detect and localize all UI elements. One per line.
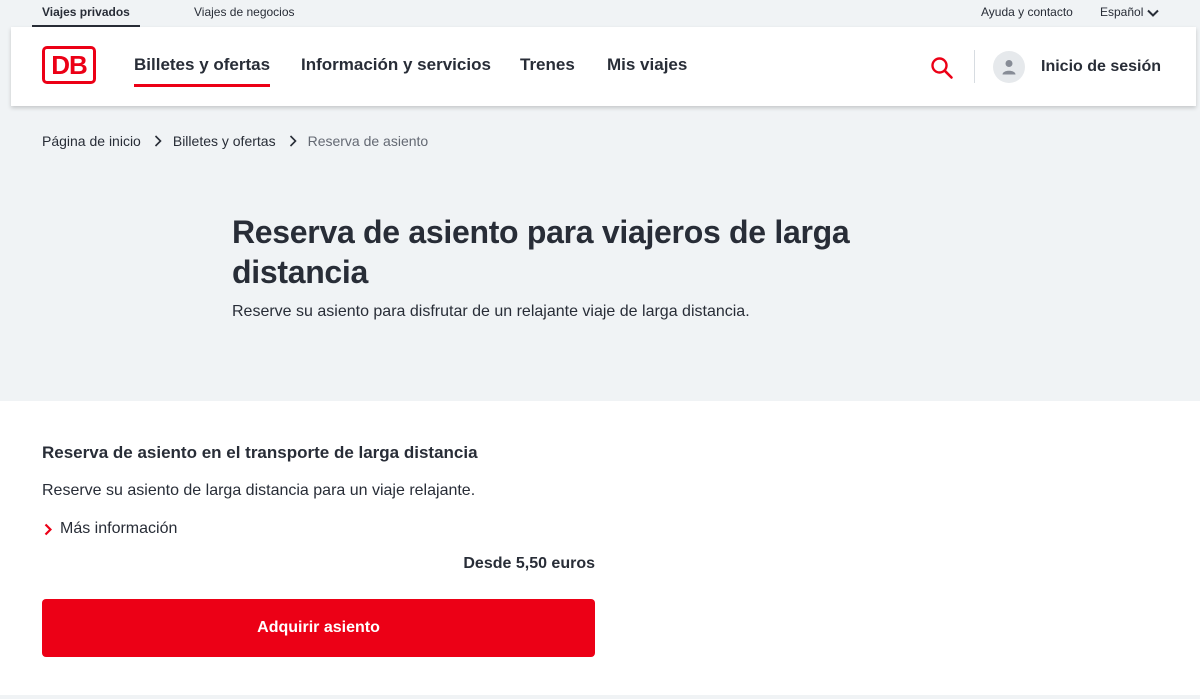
chevron-right-icon [289, 135, 297, 147]
breadcrumb-tickets[interactable]: Billetes y ofertas [173, 133, 276, 149]
breadcrumb-home[interactable]: Página de inicio [42, 133, 141, 149]
offer-description: Reserve su asiento de larga distancia pa… [42, 482, 476, 499]
language-selector[interactable]: Español [1100, 0, 1160, 25]
user-icon [1002, 60, 1016, 75]
search-icon [931, 57, 953, 79]
logo-text: DB [51, 49, 88, 80]
offer-title: Reserva de asiento en el transporte de l… [42, 443, 478, 462]
more-info-link[interactable]: Más información [42, 520, 177, 538]
page-title: Reserva de asiento para viajeros de larg… [232, 214, 850, 290]
top-utility-bar: Viajes privados Viajes de negocios Ayuda… [0, 0, 1200, 27]
offer-section: Reserva de asiento en el transporte de l… [0, 401, 1200, 695]
help-contact-link[interactable]: Ayuda y contacto [981, 0, 1073, 25]
db-logo[interactable]: DB [42, 46, 96, 84]
chevron-right-icon [44, 523, 52, 535]
buy-seat-button[interactable]: Adquirir asiento [42, 599, 595, 657]
more-info-label: Más información [60, 520, 178, 537]
chevron-down-icon [1147, 9, 1160, 17]
language-label: Español [1100, 5, 1144, 19]
search-button[interactable] [930, 56, 954, 80]
nav-my-trips[interactable]: Mis viajes [607, 55, 687, 75]
user-avatar[interactable] [993, 51, 1025, 83]
nav-trains[interactable]: Trenes [520, 55, 575, 75]
nav-information-services[interactable]: Información y servicios [301, 55, 491, 75]
tab-private-travel[interactable]: Viajes privados [32, 0, 140, 27]
bottom-strip [0, 695, 1200, 699]
tab-business-travel[interactable]: Viajes de negocios [194, 0, 295, 27]
header-divider [974, 50, 975, 83]
breadcrumb-current: Reserva de asiento [307, 133, 429, 149]
breadcrumb: Página de inicio Billetes y ofertas Rese… [42, 133, 428, 149]
price-label: Desde 5,50 euros [463, 555, 595, 572]
login-link[interactable]: Inicio de sesión [1041, 58, 1161, 76]
page-subtitle: Reserve su asiento para disfrutar de un … [232, 303, 750, 320]
main-header: DB Billetes y ofertas Información y serv… [11, 27, 1196, 106]
chevron-right-icon [154, 135, 162, 147]
nav-tickets-offers[interactable]: Billetes y ofertas [134, 55, 271, 87]
